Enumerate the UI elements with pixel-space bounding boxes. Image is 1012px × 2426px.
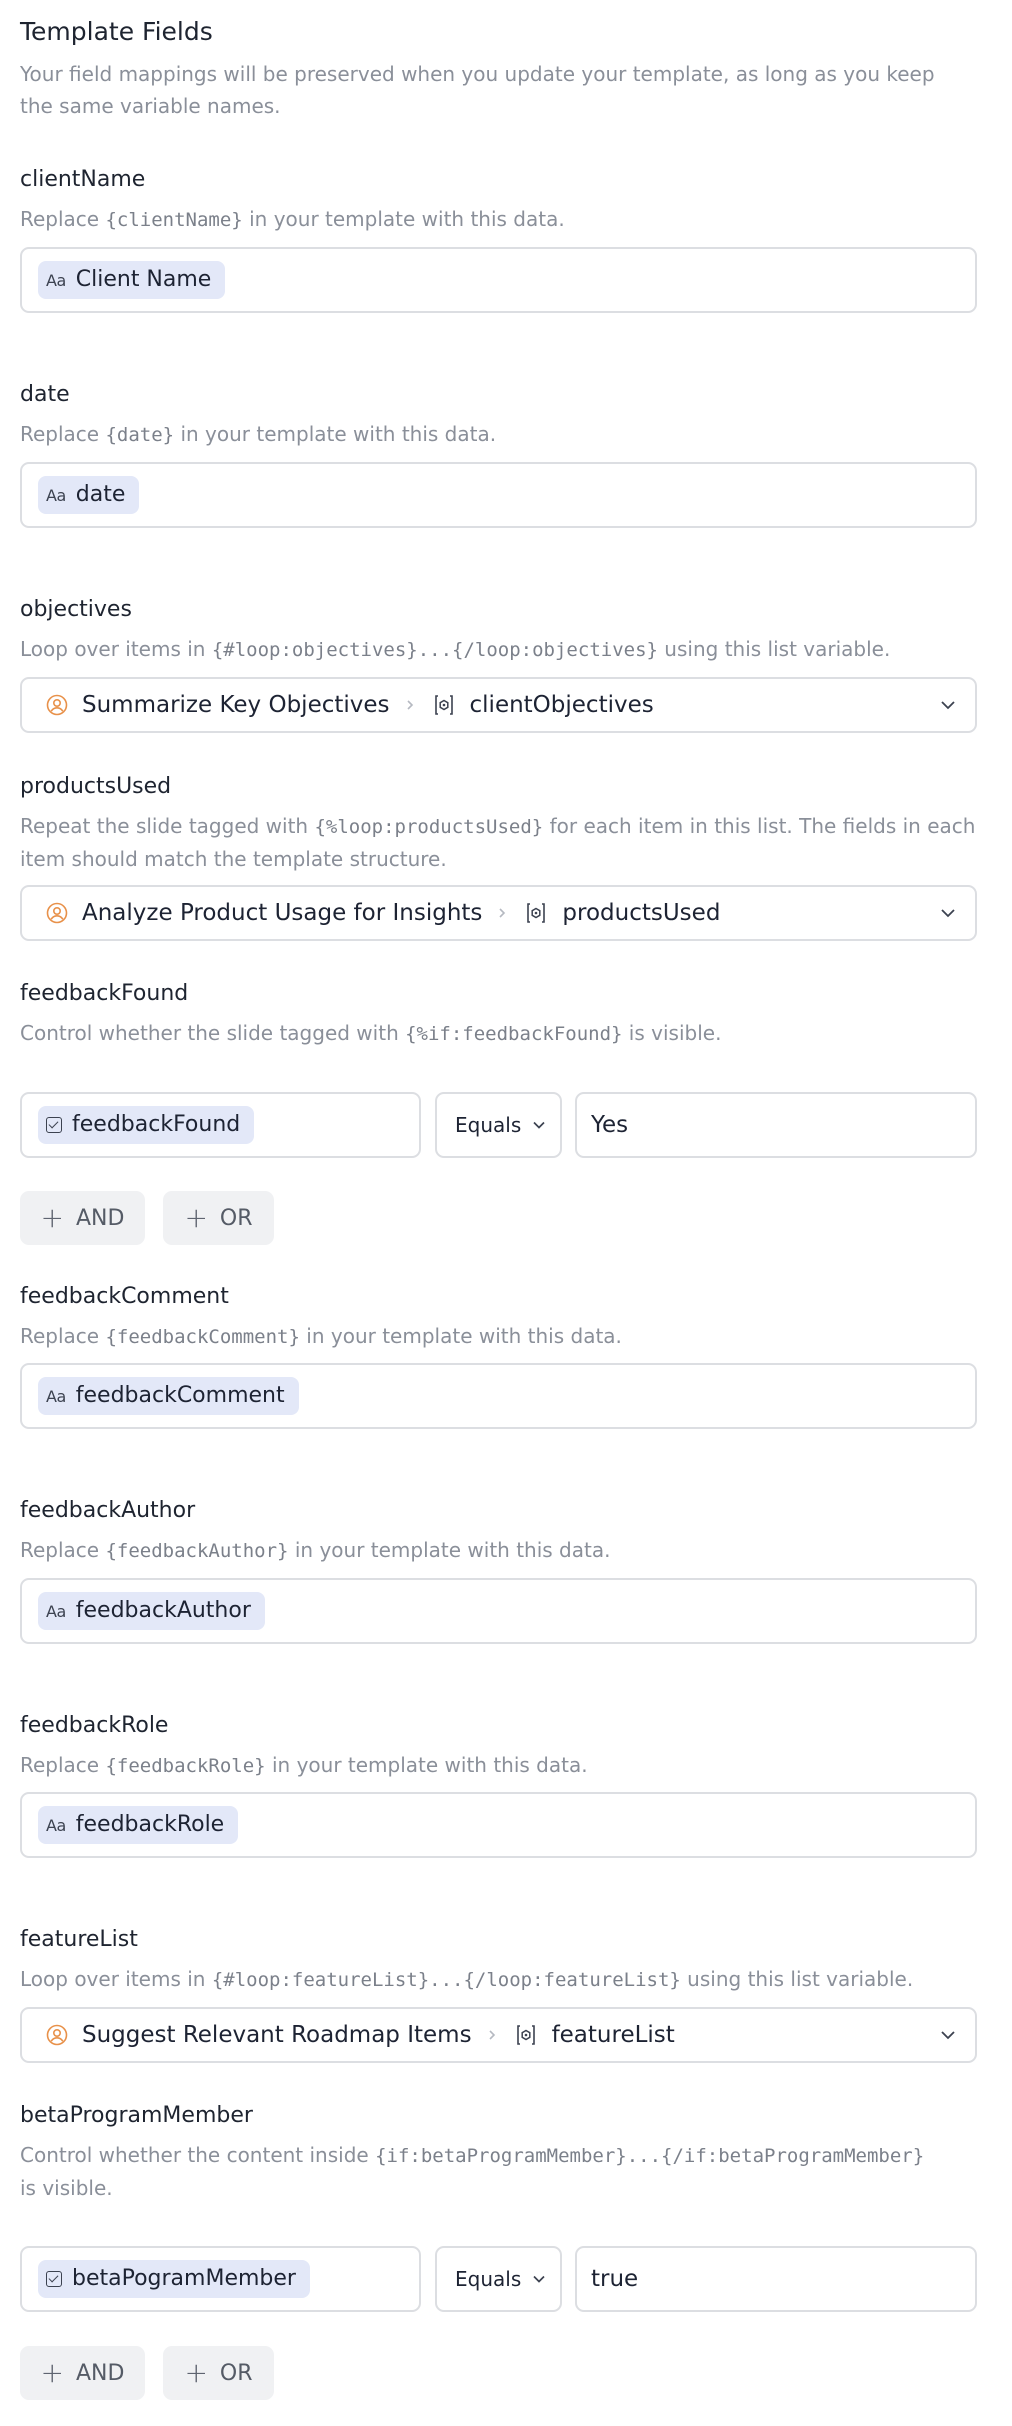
feedbackFound-operator-select[interactable]: Equals [435,1092,562,1158]
chevron-down-icon[interactable] [939,696,957,714]
field-label-feedbackAuthor: feedbackAuthor [20,1498,196,1523]
featureList-list-select[interactable]: Suggest Relevant Roadmap Items featureLi… [20,2007,977,2063]
field-label-productsUsed: productsUsed [20,774,172,799]
feedbackRole-mapping-input[interactable]: Aa feedbackRole [20,1792,977,1858]
list-variable-name: featureList [551,2022,675,2048]
mapped-variable-chip[interactable]: betaPogramMember [38,2260,310,2298]
list-variable-icon [434,695,453,715]
list-variable-name: productsUsed [562,900,721,926]
chevron-down-icon [533,2275,545,2283]
text-type-icon: Aa [46,1815,66,1835]
mapped-variable-chip[interactable]: Aa feedbackAuthor [38,1592,265,1630]
person-circle-icon [46,2024,68,2046]
field-label-feedbackComment: feedbackComment [20,1284,229,1309]
field-label-featureList: featureList [20,1927,138,1952]
feedbackFound-value-input[interactable]: Yes [575,1092,977,1158]
chevron-right-icon [499,908,506,918]
source-step-name: Analyze Product Usage for Insights [82,900,483,926]
field-label-clientName: clientName [20,167,146,192]
add-and-condition-button[interactable]: + AND [20,1191,145,1245]
chevron-right-icon [406,700,413,710]
person-circle-icon [46,902,68,924]
feedbackComment-mapping-input[interactable]: Aa feedbackComment [20,1363,977,1429]
field-desc-feedbackFound: Control whether the slide tagged with {%… [20,1021,722,1045]
betaProgramMember-value-input[interactable]: true [575,2246,977,2312]
add-and-condition-button[interactable]: + AND [20,2346,145,2400]
add-or-condition-button[interactable]: + OR [163,2346,274,2400]
chevron-right-icon [488,2030,495,2040]
checkbox-icon [46,1117,62,1133]
mapped-variable-chip[interactable]: Aa feedbackComment [38,1377,299,1415]
field-label-objectives: objectives [20,597,132,622]
field-desc-productsUsed: Repeat the slide tagged with {%loop:prod… [20,814,976,871]
field-desc-featureList: Loop over items in {#loop:featureList}..… [20,1967,914,1991]
field-desc-feedbackComment: Replace {feedbackComment} in your templa… [20,1324,622,1348]
mapped-variable-chip[interactable]: Aa Client Name [38,261,226,299]
plus-icon: + [184,2356,208,2389]
text-type-icon: Aa [46,1386,66,1406]
field-label-feedbackFound: feedbackFound [20,981,189,1006]
mapped-variable-chip[interactable]: feedbackFound [38,1106,255,1144]
date-mapping-input[interactable]: Aa date [20,462,977,528]
objectives-list-select[interactable]: Summarize Key Objectives clientObjective… [20,677,977,733]
list-variable-name: clientObjectives [469,692,654,718]
text-type-icon: Aa [46,1601,66,1621]
list-variable-icon [527,903,546,923]
feedbackFound-condition-variable[interactable]: feedbackFound [20,1092,421,1158]
chevron-down-icon[interactable] [939,904,957,922]
mapped-variable-chip[interactable]: Aa feedbackRole [38,1806,239,1844]
betaProgramMember-operator-select[interactable]: Equals [435,2246,562,2312]
mapped-variable-chip[interactable]: Aa date [38,476,140,514]
chevron-down-icon [533,1121,545,1129]
text-type-icon: Aa [46,485,66,505]
page-description: Your field mappings will be preserved wh… [20,62,935,118]
field-label-date: date [20,382,70,407]
field-desc-date: Replace {date} in your template with thi… [20,422,497,446]
field-desc-betaProgramMember: Control whether the content inside {if:b… [20,2143,925,2200]
field-label-betaProgramMember: betaProgramMember [20,2103,253,2128]
field-desc-feedbackRole: Replace {feedbackRole} in your template … [20,1753,588,1777]
plus-icon: + [40,2356,64,2389]
feedbackAuthor-mapping-input[interactable]: Aa feedbackAuthor [20,1578,977,1644]
clientName-mapping-input[interactable]: Aa Client Name [20,247,977,313]
field-desc-objectives: Loop over items in {#loop:objectives}...… [20,637,891,661]
plus-icon: + [184,1201,208,1234]
field-desc-clientName: Replace {clientName} in your template wi… [20,207,565,231]
productsUsed-list-select[interactable]: Analyze Product Usage for Insights produ… [20,885,977,941]
checkbox-icon [46,2271,62,2287]
field-label-feedbackRole: feedbackRole [20,1713,169,1738]
source-step-name: Suggest Relevant Roadmap Items [82,2022,472,2048]
add-or-condition-button[interactable]: + OR [163,1191,274,1245]
field-desc-feedbackAuthor: Replace {feedbackAuthor} in your templat… [20,1538,611,1562]
source-step-name: Summarize Key Objectives [82,692,390,718]
list-variable-icon [516,2025,535,2045]
chevron-down-icon[interactable] [939,2026,957,2044]
text-type-icon: Aa [46,270,66,290]
betaProgramMember-condition-variable[interactable]: betaPogramMember [20,2246,421,2312]
person-circle-icon [46,694,68,716]
page-title: Template Fields [20,17,213,46]
plus-icon: + [40,1201,64,1234]
